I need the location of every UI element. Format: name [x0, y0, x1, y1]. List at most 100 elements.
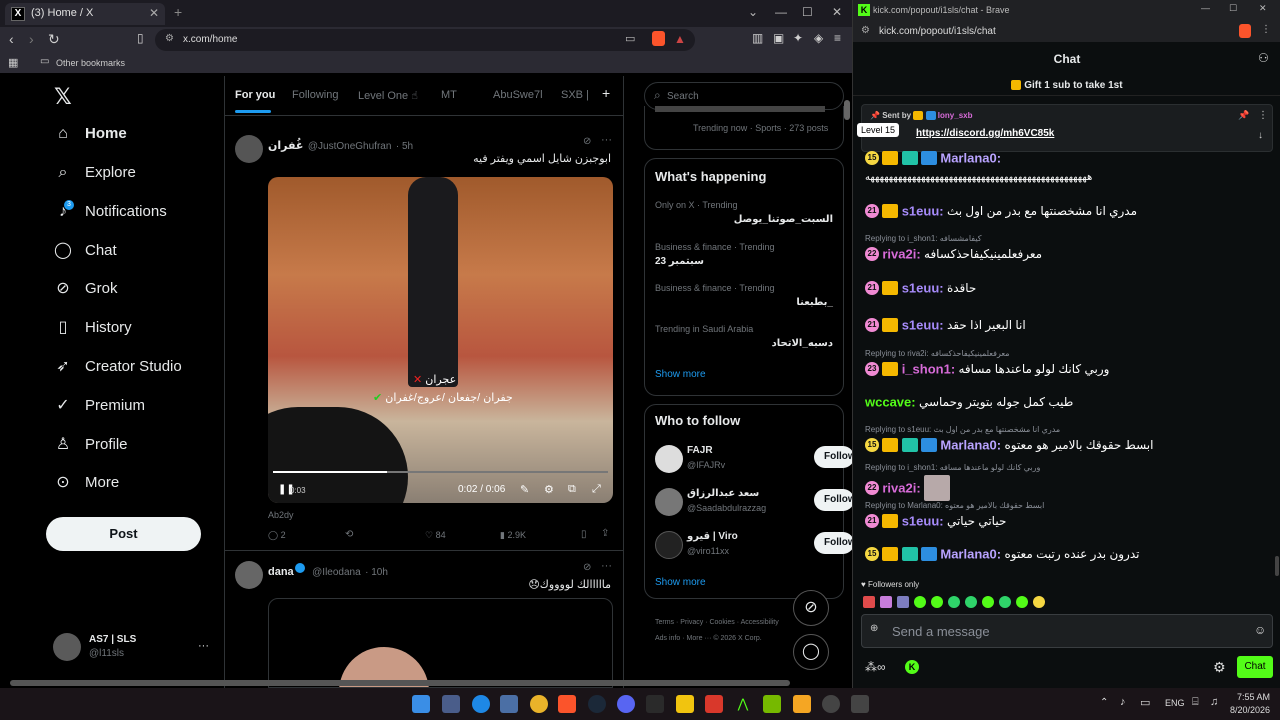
network-icon[interactable]: ⌸	[1192, 696, 1199, 709]
suggestion-avatar[interactable]	[655, 531, 683, 559]
suggestion-name[interactable]: FAJR	[687, 445, 713, 456]
tab-x-home[interactable]: X (3) Home / X ✕	[5, 3, 165, 25]
pinned-more-icon[interactable]: ⋮	[1258, 110, 1268, 121]
tweet-author-handle[interactable]: @Ileodana	[312, 567, 361, 578]
footer-cookies[interactable]: Cookies	[709, 619, 734, 626]
chat-username[interactable]: s1euu	[902, 317, 940, 332]
reply-context[interactable]: Replying to i_shon1: كيفامشسافه	[865, 234, 982, 243]
app-icon[interactable]	[851, 695, 869, 713]
clock-date[interactable]: 8/20/2026	[1228, 705, 1270, 715]
footer-ads[interactable]: Ads info	[655, 635, 680, 642]
bookmark-icon[interactable]: ▯	[581, 529, 587, 540]
reply-icon[interactable]: ◯	[268, 530, 278, 540]
tab-level-one[interactable]: Level One ☝	[358, 89, 418, 102]
settings-icon[interactable]: ⚙	[1213, 659, 1226, 676]
chat-username[interactable]: s1euu	[902, 203, 940, 218]
reply-context[interactable]: Replying to riva2i: معرفعلمينيكيفاحذكساف…	[865, 349, 1010, 358]
close-tab-icon[interactable]: ✕	[149, 6, 159, 20]
trend-title-1[interactable]: السبت_صوتنا_يوصل	[734, 214, 833, 225]
chat-scrollbar[interactable]	[1275, 556, 1279, 576]
clock-time[interactable]: 7:55 AM	[1228, 692, 1270, 702]
emote-icon[interactable]	[1033, 596, 1045, 608]
vertical-scrollbar[interactable]	[844, 100, 850, 120]
forward-icon[interactable]: ›	[29, 31, 34, 47]
emote-icon[interactable]	[914, 596, 926, 608]
chevron-down-icon[interactable]: ⌄	[748, 5, 758, 19]
share-icon[interactable]: ⇪	[601, 528, 609, 539]
tweet-1[interactable]: غُفران @JustOneGhufran · 5h ⊘ ··· ابوجبز…	[225, 126, 623, 551]
maximize-icon[interactable]: ☐	[802, 5, 813, 19]
close-window-icon[interactable]: ✕	[1259, 3, 1267, 14]
tweet-more-icon[interactable]: ···	[601, 134, 612, 146]
app-icon[interactable]: ⋀	[734, 695, 752, 713]
tab-abuswe7l[interactable]: AbuSwe7l	[493, 89, 543, 101]
app-icon[interactable]	[822, 695, 840, 713]
emote-icon[interactable]	[965, 596, 977, 608]
messages-fab-icon[interactable]: ◯	[793, 634, 829, 670]
users-icon[interactable]: ⚇	[1258, 51, 1269, 65]
steam-icon[interactable]	[588, 695, 606, 713]
chat-username[interactable]: wccave	[865, 394, 911, 409]
reply-context[interactable]: Replying to i_shon1: وربي كانك لولو ماعن…	[865, 463, 1040, 472]
chrome-icon[interactable]	[530, 695, 548, 713]
suggestion-avatar[interactable]	[655, 445, 683, 473]
emote-icon[interactable]	[897, 596, 909, 608]
trend-title-2[interactable]: 23 سبتمبر	[655, 256, 704, 267]
grok-icon[interactable]: ⊘	[583, 562, 591, 573]
reply-context[interactable]: Replying to s1euu: مدري انا مشخصنتها مع …	[865, 425, 1060, 434]
horizontal-scrollbar[interactable]	[10, 680, 790, 686]
url-bar[interactable]: ⚙ x.com/home ▭ ▲	[155, 29, 695, 51]
close-window-icon[interactable]: ✕	[832, 5, 842, 19]
microphone-icon[interactable]: ♪	[1120, 696, 1126, 708]
chevron-up-icon[interactable]: ⌃	[1100, 697, 1108, 708]
chat-username[interactable]: Marlana0	[940, 546, 996, 561]
show-more-link[interactable]: Show more	[655, 369, 706, 380]
tweet-author-name[interactable]: dana	[268, 566, 294, 578]
menu-icon[interactable]: ≡	[834, 31, 841, 45]
chat-username[interactable]: s1euu	[902, 513, 940, 528]
cast-icon[interactable]: ▭	[625, 32, 635, 45]
footer-more[interactable]: More ···	[687, 635, 712, 642]
follow-button[interactable]: Follow	[814, 532, 852, 554]
chat-username[interactable]: riva2i	[882, 246, 916, 261]
mute-icon[interactable]: ✎	[520, 483, 529, 496]
footer-privacy[interactable]: Privacy	[680, 619, 703, 626]
new-tab-icon[interactable]: +	[174, 4, 182, 20]
send-chat-button[interactable]: Chat	[1237, 656, 1273, 678]
retweet-icon[interactable]: ⟲	[345, 529, 353, 540]
tab-following[interactable]: Following	[292, 89, 338, 101]
like-group[interactable]: ♡ 84	[425, 530, 446, 541]
tweet-2[interactable]: dana @Ileodana · 10h ⊘ ··· مااااالك لووو…	[225, 552, 623, 688]
wallet-icon[interactable]: ▣	[773, 31, 784, 45]
edge-icon[interactable]	[472, 695, 490, 713]
chat-username[interactable]: riva2i	[882, 481, 916, 496]
emoji-icon[interactable]: ☺	[1254, 623, 1266, 637]
brave-shield-icon[interactable]	[652, 31, 665, 46]
views-group[interactable]: ▮ 2.9K	[500, 530, 526, 541]
expand-icon[interactable]: ↓	[1258, 130, 1263, 141]
leo-ai-icon[interactable]: ✦	[793, 31, 803, 45]
pip-icon[interactable]: ⧉	[568, 483, 576, 496]
menu-icon[interactable]: ⋮	[1261, 24, 1271, 35]
start-icon[interactable]	[412, 695, 430, 713]
gift-banner[interactable]: Gift 1 sub to take 1st	[853, 76, 1280, 96]
vpn-icon[interactable]: ◈	[814, 31, 823, 45]
add-tab-icon[interactable]: +	[602, 85, 610, 101]
tweet-more-icon[interactable]: ···	[601, 560, 612, 572]
chat-username[interactable]: Marlana0	[940, 150, 996, 165]
tweet-avatar[interactable]	[235, 561, 263, 589]
emote-icon[interactable]	[931, 596, 943, 608]
emote-icon[interactable]	[880, 596, 892, 608]
file-explorer-icon[interactable]	[500, 695, 518, 713]
other-bookmarks-link[interactable]: Other bookmarks	[56, 58, 125, 68]
tweet-author-name[interactable]: غُفران	[268, 140, 303, 152]
fullscreen-icon[interactable]: ⤢	[592, 483, 601, 496]
follow-button[interactable]: Follow	[814, 489, 852, 511]
brave-shield-icon[interactable]	[1239, 24, 1251, 38]
language-indicator[interactable]: ENG	[1165, 698, 1185, 708]
trend-title-4[interactable]: دسبه_الاتحاد	[772, 338, 833, 349]
minimize-icon[interactable]: —	[1201, 3, 1210, 13]
tweet-video[interactable]: ✕ عجران ✔ جفران /جفعان /عروج/غفران ❚❚ 0:…	[268, 177, 613, 503]
settings-icon[interactable]: ⚙	[544, 483, 554, 496]
grok-fab-icon[interactable]: ⊘	[793, 590, 829, 626]
